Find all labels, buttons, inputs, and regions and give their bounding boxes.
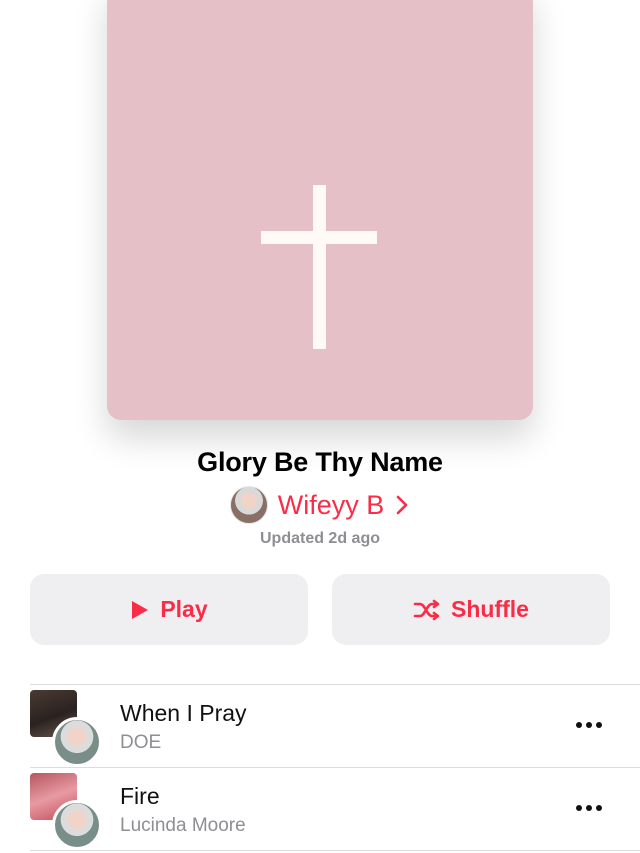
track-title: Fire xyxy=(120,783,160,809)
more-icon[interactable] xyxy=(576,721,602,729)
track-artwork xyxy=(30,690,102,767)
playlist-page: Glory Be Thy Name Wifeyy B Updated 2d ag… xyxy=(0,0,640,853)
curator-link[interactable]: Wifeyy B xyxy=(0,486,640,524)
play-icon xyxy=(132,600,149,619)
artist-avatar xyxy=(52,717,102,767)
playlist-title: Glory Be Thy Name xyxy=(197,447,443,477)
more-icon[interactable] xyxy=(576,804,602,812)
track-row[interactable]: When I Pray DOE xyxy=(0,685,640,767)
shuffle-button-label: Shuffle xyxy=(451,596,529,622)
play-button-label: Play xyxy=(160,596,208,622)
divider xyxy=(30,850,640,851)
artist-avatar xyxy=(52,800,102,850)
chevron-right-icon xyxy=(396,495,408,515)
track-artist: Lucinda Moore xyxy=(120,815,246,836)
curator-avatar xyxy=(229,486,268,524)
track-artwork xyxy=(30,773,102,850)
shuffle-button[interactable]: Shuffle xyxy=(332,574,610,645)
track-row[interactable]: Fire Lucinda Moore xyxy=(0,768,640,850)
play-button[interactable]: Play xyxy=(30,574,308,645)
track-title: When I Pray xyxy=(120,700,247,726)
shuffle-icon xyxy=(413,599,440,620)
track-artist: DOE xyxy=(120,732,162,753)
curator-name: Wifeyy B xyxy=(277,489,385,520)
updated-label: Updated 2d ago xyxy=(259,530,380,547)
